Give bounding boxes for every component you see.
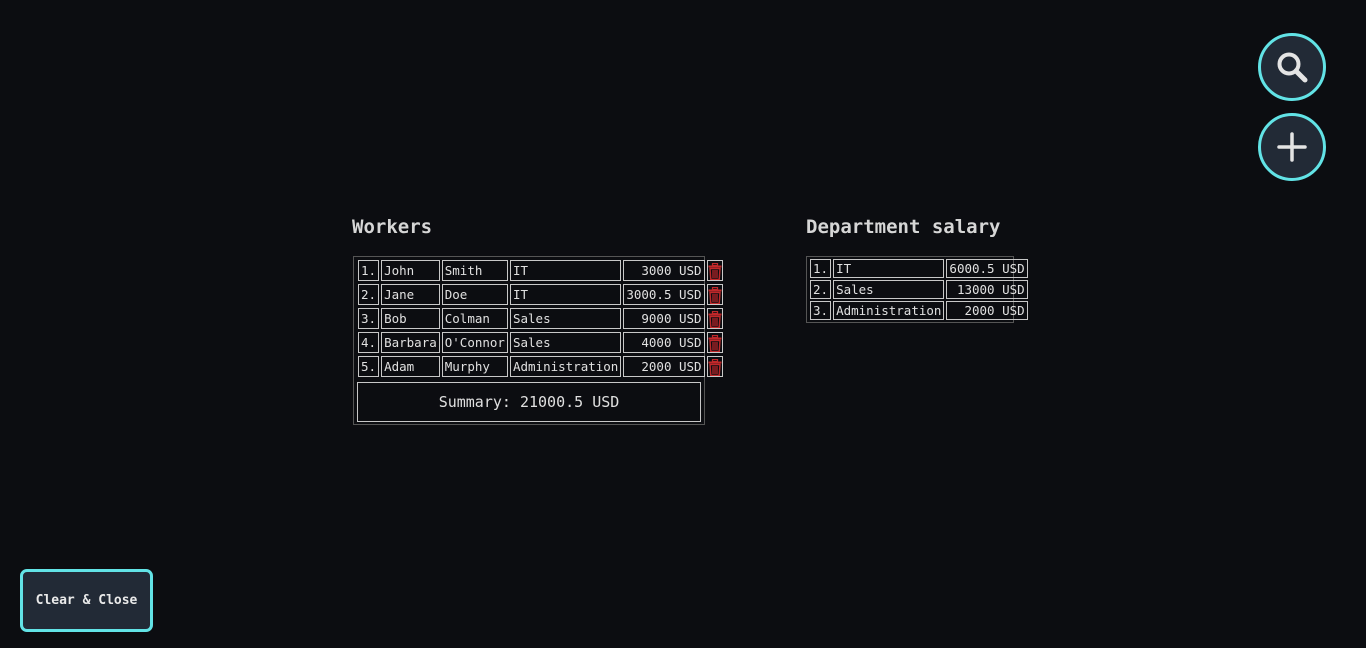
row-number: 2. <box>810 280 832 299</box>
last-name-cell: Murphy <box>441 356 508 377</box>
row-number: 3. <box>810 301 832 320</box>
plus-icon <box>1277 132 1307 162</box>
delete-worker-button[interactable] <box>706 260 723 281</box>
clear-close-button[interactable]: Clear & Close <box>20 569 153 632</box>
salary-cell: 3000 USD <box>623 260 705 281</box>
search-button[interactable] <box>1258 33 1326 101</box>
worker-row: 3. Bob Colman Sales 9000 USD <box>358 308 723 329</box>
worker-row: 5. Adam Murphy Administration 2000 USD <box>358 356 723 377</box>
department-cell: IT <box>833 259 945 278</box>
worker-row: 2. Jane Doe IT 3000.5 USD <box>358 284 723 305</box>
department-cell: Administration <box>833 301 945 320</box>
workers-title: Workers <box>352 216 433 238</box>
salary-cell: 13000 USD <box>946 280 1028 299</box>
salary-cell: 3000.5 USD <box>623 284 705 305</box>
row-number: 3. <box>358 308 380 329</box>
trash-icon <box>708 358 722 376</box>
workers-table: 1. John Smith IT 3000 USD 2. Jane Doe IT 3000.5 U… <box>356 257 725 380</box>
first-name-cell: John <box>381 260 440 281</box>
department-cell: Sales <box>509 332 622 353</box>
worker-row: 1. John Smith IT 3000 USD <box>358 260 723 281</box>
delete-worker-button[interactable] <box>706 308 723 329</box>
salary-cell: 2000 USD <box>946 301 1028 320</box>
department-row: 2. Sales 13000 USD <box>810 280 1028 299</box>
row-number: 1. <box>810 259 832 278</box>
last-name-cell: Smith <box>441 260 508 281</box>
salary-cell: 9000 USD <box>623 308 705 329</box>
search-icon <box>1277 52 1308 83</box>
first-name-cell: Barbara <box>381 332 440 353</box>
department-cell: Sales <box>833 280 945 299</box>
trash-icon <box>708 286 722 304</box>
delete-worker-button[interactable] <box>706 332 723 353</box>
delete-worker-button[interactable] <box>706 284 723 305</box>
department-salary-panel: 1. IT 6000.5 USD 2. Sales 13000 USD 3. Administ… <box>806 256 1028 323</box>
department-cell: Sales <box>509 308 622 329</box>
salary-cell: 2000 USD <box>623 356 705 377</box>
last-name-cell: Colman <box>441 308 508 329</box>
department-salary-table: 1. IT 6000.5 USD 2. Sales 13000 USD 3. Administ… <box>808 257 1030 322</box>
first-name-cell: Jane <box>381 284 440 305</box>
salary-cell: 6000.5 USD <box>946 259 1028 278</box>
department-cell: Administration <box>509 356 622 377</box>
trash-icon <box>708 310 722 328</box>
worker-row: 4. Barbara O'Connor Sales 4000 USD <box>358 332 723 353</box>
last-name-cell: Doe <box>441 284 508 305</box>
row-number: 2. <box>358 284 380 305</box>
department-row: 1. IT 6000.5 USD <box>810 259 1028 278</box>
first-name-cell: Bob <box>381 308 440 329</box>
last-name-cell: O'Connor <box>441 332 508 353</box>
salary-cell: 4000 USD <box>623 332 705 353</box>
add-worker-button[interactable] <box>1258 113 1326 181</box>
row-number: 4. <box>358 332 380 353</box>
workers-panel: 1. John Smith IT 3000 USD 2. Jane Doe IT 3000.5 U… <box>353 256 723 425</box>
delete-worker-button[interactable] <box>706 356 723 377</box>
department-row: 3. Administration 2000 USD <box>810 301 1028 320</box>
department-salary-title: Department salary <box>806 216 1001 238</box>
trash-icon <box>708 262 722 280</box>
department-cell: IT <box>509 260 622 281</box>
trash-icon <box>708 334 722 352</box>
department-cell: IT <box>509 284 622 305</box>
workers-summary: Summary: 21000.5 USD <box>357 382 701 422</box>
row-number: 5. <box>358 356 380 377</box>
first-name-cell: Adam <box>381 356 440 377</box>
row-number: 1. <box>358 260 380 281</box>
